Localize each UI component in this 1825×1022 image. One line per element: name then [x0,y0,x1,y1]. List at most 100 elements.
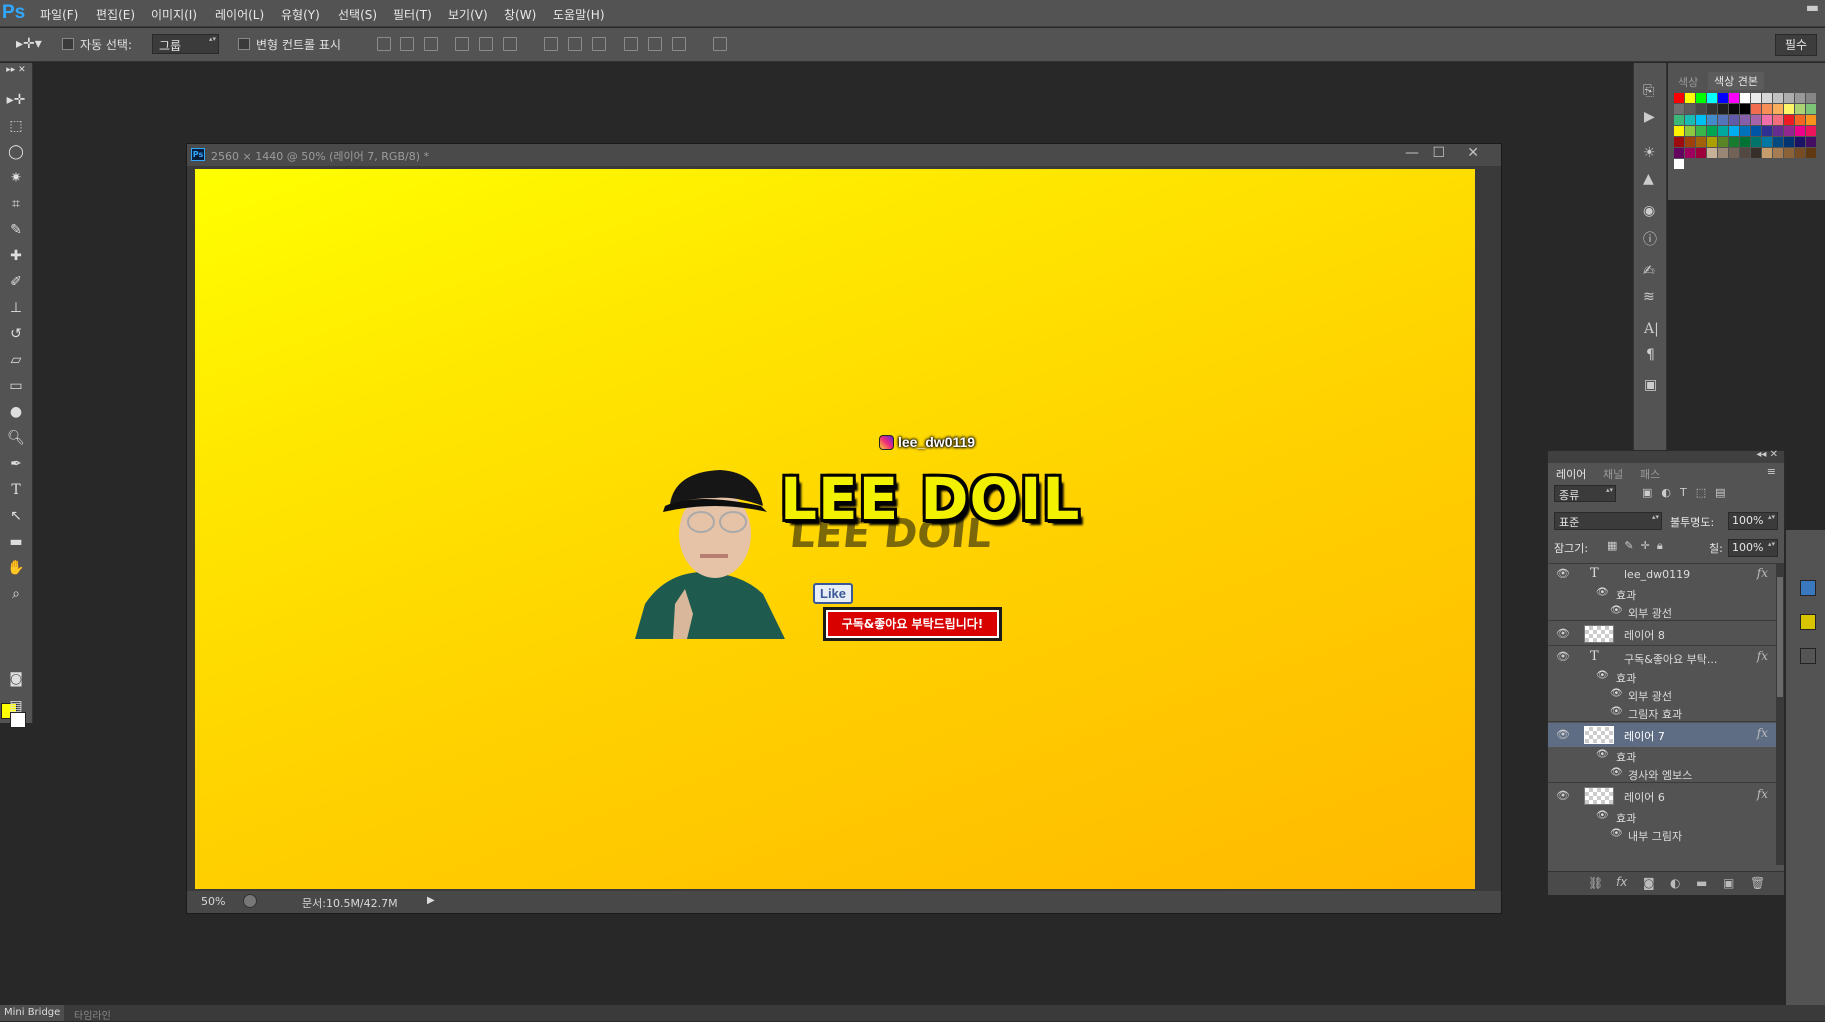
effect-row[interactable]: 👁︎ 경사와 엠보스 [1548,765,1776,783]
delete-layer-icon[interactable]: 🗑︎ [1750,876,1765,890]
crop-tool-icon[interactable]: ⌗ [4,193,28,215]
effects-row[interactable]: 👁︎ 효과 [1548,668,1776,686]
effect-eye-icon[interactable]: 👁︎ [1610,706,1623,717]
effect-row[interactable]: 👁︎ 그림자 효과 [1548,704,1776,722]
tab-color[interactable]: 색상 [1678,74,1698,90]
effect-row[interactable]: 👁︎ 내부 그림자 [1548,826,1776,844]
color-swatch[interactable] [1751,126,1761,136]
color-swatch[interactable] [1685,137,1695,147]
align-left-icon[interactable] [455,37,469,51]
effect-row[interactable]: 👁︎ 외부 광선 [1548,686,1776,704]
fx-icon[interactable]: fx [1757,726,1768,740]
color-swatch[interactable] [1696,104,1706,114]
tab-timeline[interactable]: 타임라인 [74,1007,111,1022]
distribute-vcenter-icon[interactable] [568,37,582,51]
menu-type[interactable]: 유형(Y) [281,6,320,23]
color-swatch[interactable] [1795,137,1805,147]
color-swatch[interactable] [1740,137,1750,147]
color-swatch[interactable] [1696,115,1706,125]
color-swatch[interactable] [1718,93,1728,103]
visibility-eye-icon[interactable]: 👁︎ [1556,728,1570,741]
color-swatch[interactable] [1762,115,1772,125]
hand-tool-icon[interactable]: ✋ [4,557,28,579]
visibility-eye-icon[interactable]: 👁︎ [1556,789,1570,802]
effect-eye-icon[interactable]: 👁︎ [1610,767,1623,778]
essentials-workspace-button[interactable]: 필수 [1775,34,1817,56]
color-swatch[interactable] [1762,148,1772,158]
lock-icons[interactable]: ▦✎✛🔒︎ [1607,539,1670,553]
character-panel-icon[interactable]: A| [1644,321,1659,337]
color-swatch[interactable] [1751,93,1761,103]
menu-view[interactable]: 보기(V) [448,6,488,23]
adjustment-layer-icon[interactable]: ◐ [1670,876,1680,890]
color-swatch[interactable] [1696,137,1706,147]
menu-help[interactable]: 도움말(H) [553,6,605,23]
shape-tool-icon[interactable]: ▬ [4,531,28,553]
history-brush-tool-icon[interactable]: ↺ [4,323,28,345]
effect-eye-icon[interactable]: 👁︎ [1596,670,1609,681]
menu-layer[interactable]: 레이어(L) [215,6,264,23]
doc-minimize-icon[interactable]: — [1405,145,1419,161]
menu-edit[interactable]: 편집(E) [96,6,135,23]
gradient-tool-icon[interactable]: ▭ [4,375,28,397]
tab-channels[interactable]: 채널 [1603,466,1623,482]
color-swatch[interactable] [1707,148,1717,158]
type-tool-icon[interactable]: T [4,479,28,501]
document-titlebar[interactable]: Ps 2560 × 1440 @ 50% (레이어 7, RGB/8) * — … [187,144,1501,166]
color-swatch[interactable] [1751,148,1761,158]
color-swatch[interactable] [1806,137,1816,147]
align-top-icon[interactable] [377,37,391,51]
align-bottom-icon[interactable] [424,37,438,51]
color-swatch[interactable] [1795,93,1805,103]
color-swatch[interactable] [1685,115,1695,125]
color-swatch[interactable] [1740,148,1750,158]
color-swatch[interactable] [1696,93,1706,103]
tab-layers[interactable]: 레이어 [1556,466,1586,482]
clone-stamp-tool-icon[interactable]: ⊥ [4,297,28,319]
color-swatch[interactable] [1685,93,1695,103]
doc-restore-icon[interactable]: ☐ [1432,145,1445,161]
quick-mask-icon[interactable]: ◙ [4,668,28,690]
color-swatch[interactable] [1685,148,1695,158]
distribute-bottom-icon[interactable] [592,37,606,51]
color-swatch[interactable] [1707,126,1717,136]
color-swatch[interactable] [1729,148,1739,158]
new-layer-icon[interactable]: ▣ [1723,876,1734,890]
color-swatch[interactable] [1795,126,1805,136]
color-swatch[interactable] [1729,126,1739,136]
add-mask-icon[interactable]: ◙ [1643,876,1655,890]
color-swatch[interactable] [1740,93,1750,103]
visibility-eye-icon[interactable]: 👁︎ [1556,567,1570,580]
auto-align-icon[interactable] [713,37,727,51]
toolbox-collapse-icon[interactable]: ▸▸ ✕ [4,65,28,75]
status-menu-arrow-icon[interactable]: ▶ [427,895,435,906]
opacity-input[interactable]: 100% [1728,512,1778,530]
color-swatch[interactable] [1674,137,1684,147]
dodge-tool-icon[interactable]: 🔍︎ [4,427,28,449]
move-tool-icon[interactable]: ▸✛ [4,89,28,111]
menu-filter[interactable]: 필터(T) [393,6,432,23]
new-group-icon[interactable]: ▬ [1696,876,1707,890]
color-swatch[interactable] [1729,115,1739,125]
layers-panel-header[interactable]: ◂◂ ✕ [1548,449,1784,463]
distribute-right-icon[interactable] [672,37,686,51]
color-swatch[interactable] [1751,115,1761,125]
color-swatch[interactable] [1729,137,1739,147]
color-swatch[interactable] [1773,104,1783,114]
color-swatch[interactable] [1696,148,1706,158]
color-swatch[interactable] [1729,104,1739,114]
color-swatch[interactable] [1729,93,1739,103]
menu-image[interactable]: 이미지(I) [151,6,197,23]
align-vcenter-icon[interactable] [400,37,414,51]
tab-paths[interactable]: 패스 [1640,466,1660,482]
tab-swatches[interactable]: 색상 견본 [1708,72,1764,90]
eyedropper-tool-icon[interactable]: ✎ [4,219,28,241]
fx-icon[interactable]: fx [1757,787,1768,801]
color-swatch[interactable] [1707,115,1717,125]
paragraph-styles-panel-icon[interactable]: ▣ [1644,377,1657,393]
layer-row-text[interactable]: 👁︎ T lee_dw0119 fx [1548,564,1776,585]
layers-panel-menu-icon[interactable]: ≡ [1767,465,1776,478]
magic-wand-tool-icon[interactable]: ✷ [4,167,28,189]
transform-controls-checkbox[interactable] [238,38,250,50]
align-right-icon[interactable] [503,37,517,51]
